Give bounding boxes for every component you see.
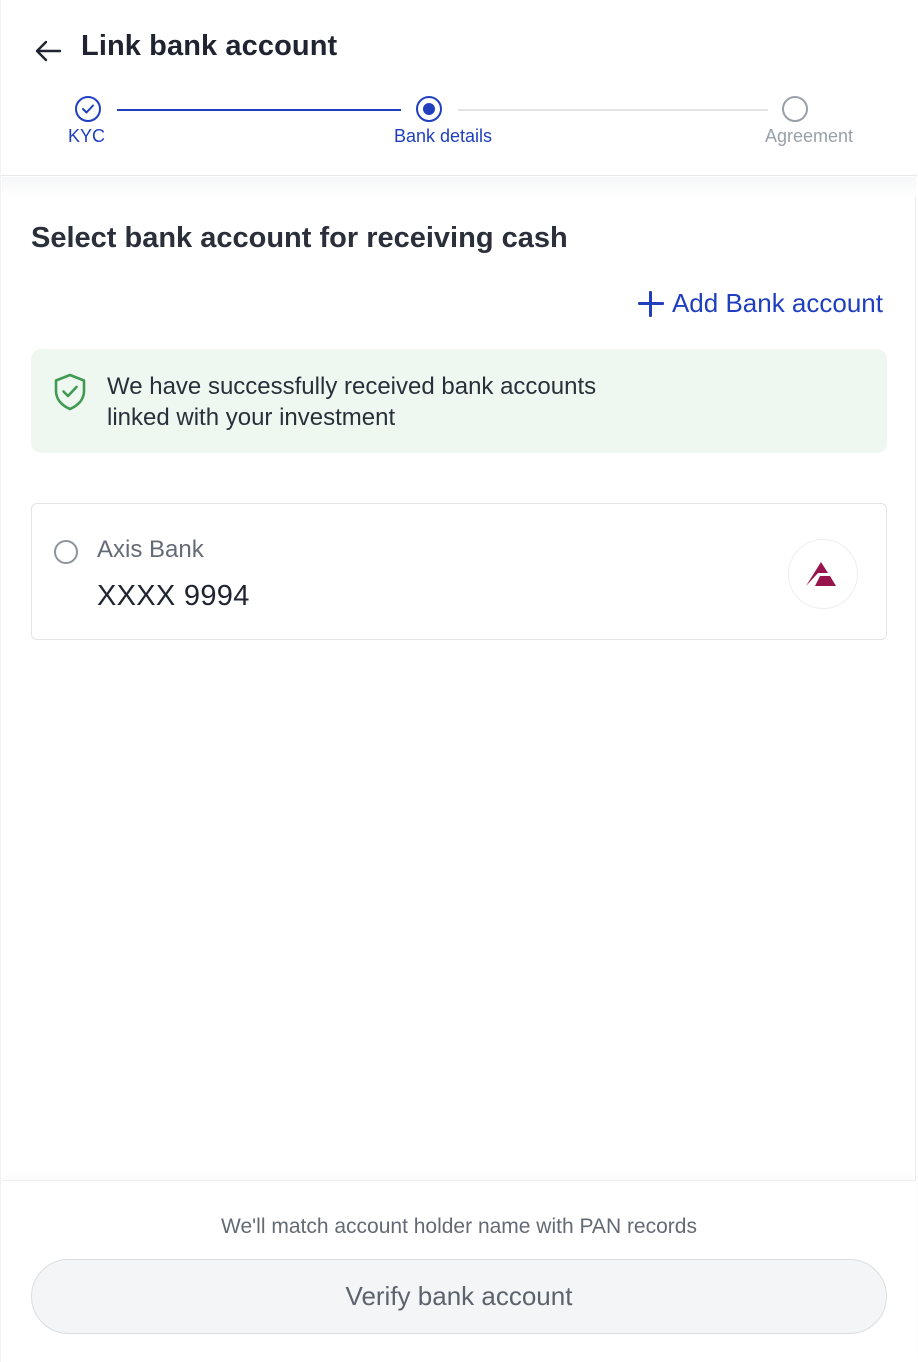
verify-bank-account-button[interactable]: Verify bank account <box>31 1259 887 1334</box>
step-kyc-label: KYC <box>68 126 106 146</box>
step-bank-details-label: Bank details <box>394 126 493 146</box>
shield-check-icon <box>54 373 86 411</box>
success-info-text: We have successfully received bank accou… <box>107 371 767 433</box>
add-bank-account-label: Add Bank account <box>671 288 883 318</box>
step-kyc-check-icon <box>75 96 101 122</box>
progress-stepper: KYC Bank details Agreement <box>1 96 917 156</box>
add-bank-account-button[interactable]: Add Bank account <box>637 288 883 319</box>
step-agreement-pending-icon <box>782 96 808 122</box>
arrow-left-icon <box>35 40 62 62</box>
step-bank-details-current-icon <box>416 96 442 122</box>
back-button[interactable] <box>31 34 65 68</box>
masked-account-number: XXXX 9994 <box>97 580 250 612</box>
plus-icon <box>637 290 664 317</box>
page-title: Link bank account <box>81 30 338 62</box>
axis-bank-logo <box>788 539 858 609</box>
pan-match-note: We'll match account holder name with PAN… <box>221 1215 697 1238</box>
bank-account-card[interactable]: Axis Bank XXXX 9994 <box>31 503 887 640</box>
section-title: Select bank account for receiving cash <box>31 222 568 254</box>
page-header: Link bank account KYC Bank details Agree… <box>1 0 917 176</box>
bottom-action-bar: We'll match account holder name with PAN… <box>2 1180 916 1362</box>
stepper-line-pending <box>458 109 768 111</box>
header-shadow <box>2 177 916 197</box>
bank-name: Axis Bank <box>97 536 204 563</box>
stepper-line-completed <box>117 109 401 111</box>
bank-account-radio[interactable] <box>54 540 78 564</box>
step-agreement-label: Agreement <box>765 126 854 146</box>
success-info-line-2: linked with your investment <box>107 404 396 431</box>
app-frame: Link bank account KYC Bank details Agree… <box>0 0 917 1362</box>
success-info-banner: We have successfully received bank accou… <box>31 349 887 453</box>
success-info-line-1: We have successfully received bank accou… <box>107 373 597 400</box>
